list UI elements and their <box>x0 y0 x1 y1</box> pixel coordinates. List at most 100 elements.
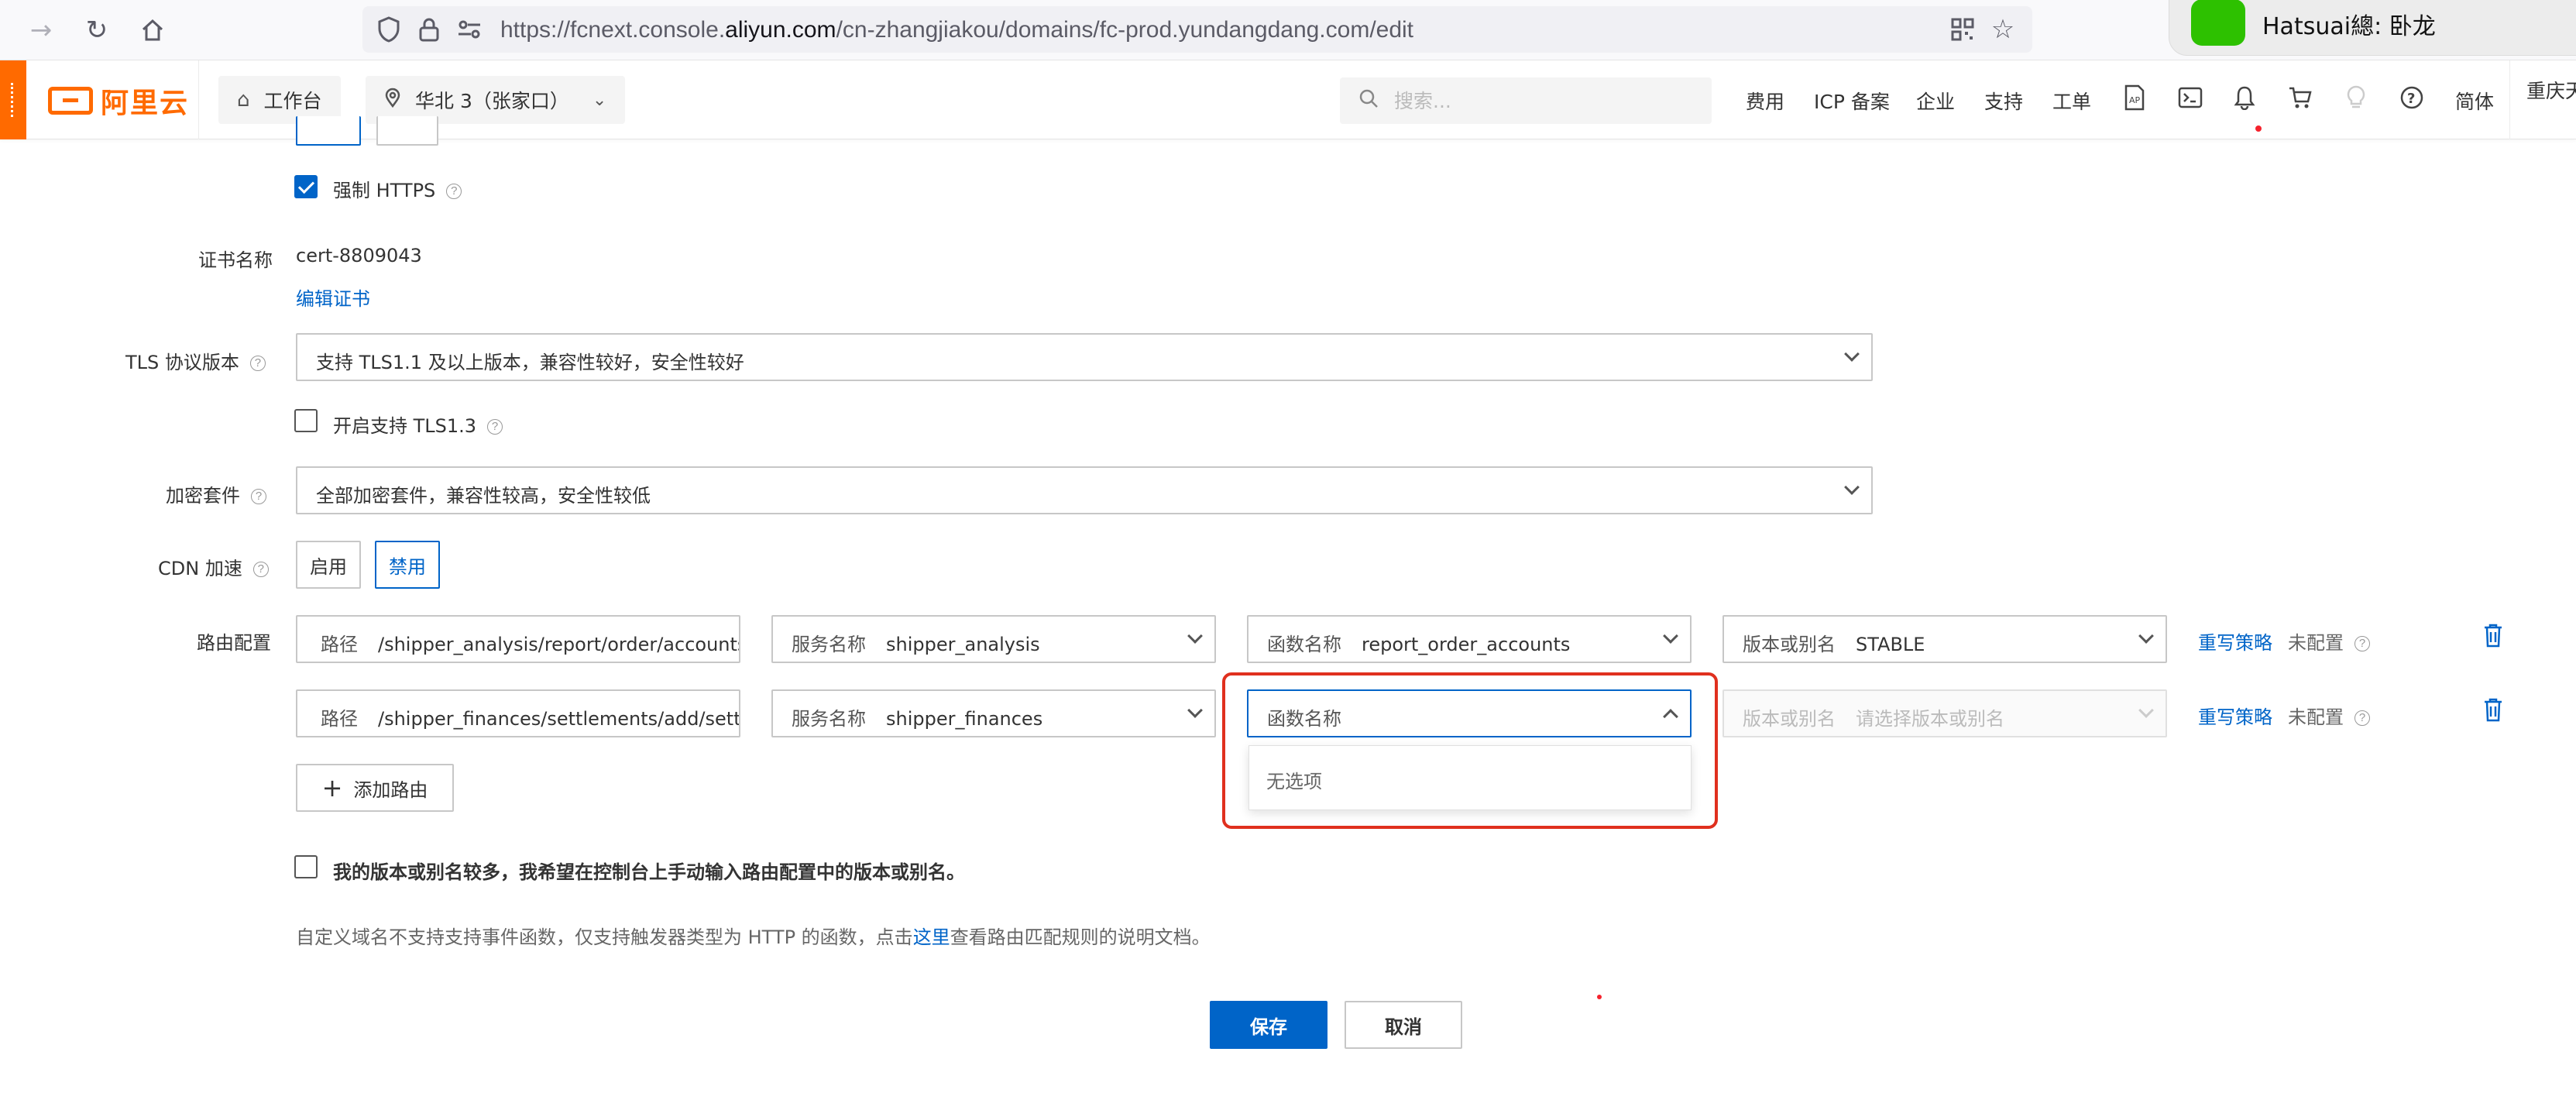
chevron-down-icon <box>1844 480 1860 495</box>
home-icon: ⌂ <box>237 88 250 112</box>
icp-link[interactable]: ICP 备案 <box>1814 87 1890 115</box>
rewrite-status: 未配置? <box>2288 702 2370 729</box>
help-icon[interactable]: ? <box>446 184 462 199</box>
workbench-label: 工作台 <box>263 90 322 112</box>
route-path-input[interactable]: 路径/shipper_finances/settlements/add/sett… <box>296 689 740 737</box>
cipher-suite-label: 加密套件? <box>166 480 266 507</box>
function-prefix: 函数名称 <box>1267 634 1341 655</box>
help-icon[interactable]: ? <box>251 489 266 504</box>
search-input[interactable] <box>1394 85 1696 116</box>
chevron-down-icon <box>1187 703 1203 718</box>
chevron-down-icon: ⌄ <box>592 90 607 110</box>
svg-text:?: ? <box>2407 91 2415 107</box>
tickets-link[interactable]: 工单 <box>2052 87 2091 115</box>
route-service-select[interactable]: 服务名称 shipper_finances <box>771 689 1216 737</box>
route-version-select[interactable]: 版本或别名 STABLE <box>1722 615 2167 663</box>
route-path-value: /shipper_finances/settlements/add/settle… <box>378 708 740 730</box>
plus-icon: + <box>321 773 343 803</box>
tls-version-value: 支持 TLS1.1 及以上版本，兼容性较好，安全性较好 <box>316 352 744 373</box>
force-https-label: 强制 HTTPS <box>333 180 436 201</box>
edit-cert-link[interactable]: 编辑证书 <box>296 284 370 311</box>
help-icon[interactable]: ? <box>249 356 266 371</box>
permissions-icon[interactable] <box>452 12 486 46</box>
route-service-select[interactable]: 服务名称 shipper_analysis <box>771 615 1216 663</box>
manual-version-checkbox[interactable] <box>294 855 318 878</box>
menu-icon[interactable] <box>0 60 26 139</box>
url-text[interactable]: https://fcnext.console.aliyun.com/cn-zha… <box>500 17 1413 43</box>
help-icon[interactable]: ? <box>2354 636 2370 651</box>
cart-icon[interactable] <box>2285 82 2316 113</box>
bell-icon[interactable] <box>2229 82 2260 113</box>
forward-icon[interactable]: → <box>22 11 60 50</box>
header-divider <box>2509 60 2510 139</box>
trash-icon[interactable] <box>2483 697 2506 725</box>
version-prefix: 版本或别名 <box>1743 708 1836 730</box>
chevron-down-icon <box>1187 628 1203 644</box>
help-icon[interactable]: ? <box>2396 82 2427 113</box>
route-function-value: report_order_accounts <box>1362 634 1571 655</box>
notification-dot <box>2255 125 2262 132</box>
tls-version-select[interactable]: 支持 TLS1.1 及以上版本，兼容性较好，安全性较好 <box>296 333 1873 381</box>
path-prefix: 路径 <box>321 634 358 655</box>
rewrite-policy-link[interactable]: 重写策略 <box>2198 702 2272 729</box>
qr-code-icon[interactable] <box>1946 12 1980 46</box>
route-config-label: 路由配置 <box>197 632 271 654</box>
enterprise-link[interactable]: 企业 <box>1916 87 1955 115</box>
search-box[interactable] <box>1340 77 1712 124</box>
route-version-select-disabled[interactable]: 版本或别名 请选择版本或别名 <box>1722 689 2167 737</box>
address-bar[interactable]: https://fcnext.console.aliyun.com/cn-zha… <box>362 6 2032 53</box>
bookmark-star-icon[interactable]: ☆ <box>1986 12 2020 46</box>
note-text: 自定义域名不支持支持事件函数，仅支持触发器类型为 HTTP 的函数，点击 <box>296 926 913 948</box>
tls13-checkbox[interactable] <box>294 409 318 432</box>
support-link[interactable]: 支持 <box>1984 87 2023 115</box>
chevron-down-icon <box>2138 628 2154 644</box>
cdn-enable-button[interactable]: 启用 <box>296 541 361 589</box>
help-icon[interactable]: ? <box>487 419 503 435</box>
logo-text: 阿里云 <box>101 88 190 119</box>
help-icon[interactable]: ? <box>252 562 269 577</box>
terminal-icon[interactable] <box>2175 82 2206 113</box>
route-docs-link[interactable]: 这里 <box>913 926 950 948</box>
help-icon[interactable]: ? <box>2354 710 2370 726</box>
reload-icon[interactable]: ↻ <box>77 11 116 50</box>
rewrite-status-text: 未配置 <box>2288 706 2344 728</box>
force-https-checkbox[interactable] <box>294 175 318 198</box>
cipher-suite-value: 全部加密套件，兼容性较高，安全性较低 <box>316 485 651 507</box>
add-route-label: 添加路由 <box>353 779 428 801</box>
language-switch[interactable]: 简体 <box>2455 87 2494 115</box>
svg-text:AP: AP <box>2129 95 2141 105</box>
rewrite-policy-link[interactable]: 重写策略 <box>2198 627 2272 655</box>
cipher-suite-select[interactable]: 全部加密套件，兼容性较高，安全性较低 <box>296 466 1873 514</box>
browser-toolbar: → ↻ https://fcnext.console.aliyun.com/cn… <box>0 0 2576 60</box>
aliyun-logo[interactable]: 阿里云 <box>48 84 190 119</box>
add-route-button[interactable]: + 添加路由 <box>296 764 454 812</box>
route-function-select[interactable]: 函数名称 report_order_accounts <box>1247 615 1692 663</box>
save-button[interactable]: 保存 <box>1210 1001 1327 1049</box>
home-icon[interactable] <box>133 11 172 50</box>
cipher-suite-label-text: 加密套件 <box>166 485 240 507</box>
notification-text: Hatsuai總: 卧龙 <box>2262 13 2436 40</box>
shield-icon[interactable] <box>372 12 406 46</box>
protocol-option-selected[interactable] <box>296 116 361 146</box>
protocol-option[interactable] <box>376 116 438 146</box>
chevron-down-icon <box>2138 703 2154 718</box>
lock-icon[interactable] <box>412 12 446 46</box>
route-path-input[interactable]: 路径/shipper_analysis/report/order/account… <box>296 615 740 663</box>
lightbulb-icon[interactable] <box>2341 82 2372 113</box>
user-account[interactable]: 重庆天 <box>2526 76 2576 104</box>
annotation-highlight-box <box>1222 672 1718 829</box>
cdn-disable-button[interactable]: 禁用 <box>375 541 440 589</box>
search-icon <box>1358 88 1379 114</box>
fees-link[interactable]: 费用 <box>1746 87 1784 115</box>
trash-icon[interactable] <box>2483 623 2506 651</box>
path-prefix: 路径 <box>321 708 358 730</box>
api-icon[interactable]: AP <box>2119 82 2150 113</box>
service-prefix: 服务名称 <box>792 634 866 655</box>
force-https-row: 强制 HTTPS? <box>333 175 462 202</box>
note-text: 查看路由匹配规则的说明文档。 <box>950 926 1211 948</box>
wechat-notification[interactable]: Hatsuai總: 卧龙 <box>2169 0 2576 56</box>
route-path-value: /shipper_analysis/report/order/accounts <box>378 634 740 655</box>
tls13-row: 开启支持 TLS1.3? <box>333 411 503 438</box>
cancel-button[interactable]: 取消 <box>1345 1001 1462 1049</box>
cert-name-value: cert-8809043 <box>296 245 422 266</box>
